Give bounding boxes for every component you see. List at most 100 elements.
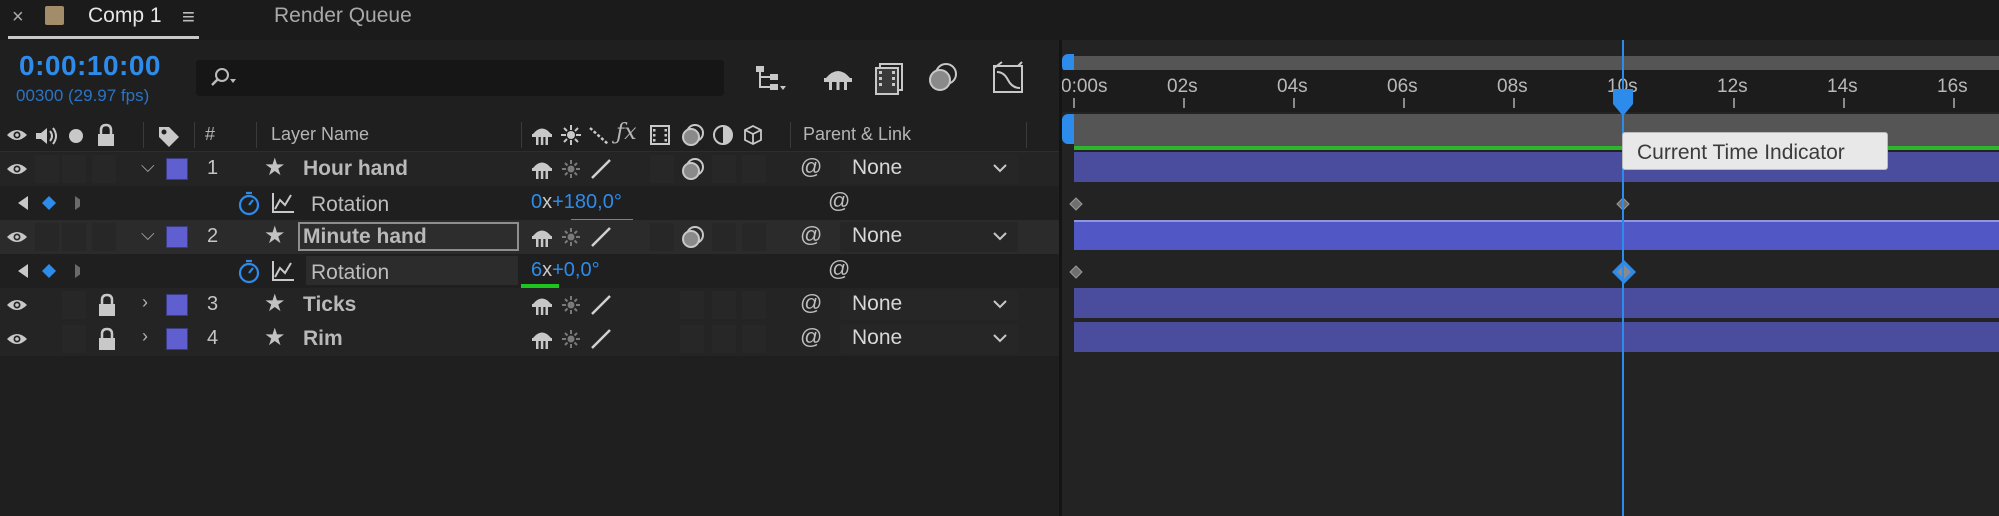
quality-slash-icon[interactable] [589, 225, 613, 249]
layer-name[interactable]: Minute hand [303, 225, 427, 249]
twirl-right-chevron-icon[interactable]: › [142, 292, 148, 313]
frame-blend-cell[interactable] [650, 155, 674, 183]
graph-curve-icon[interactable] [270, 191, 296, 215]
timeline-area[interactable]: 0:00s02s04s06s08s10s12s14s16s Current Ti… [1062, 40, 1999, 516]
layer-bar-ticks[interactable] [1074, 288, 1999, 318]
lock-switch-cell[interactable] [92, 223, 116, 251]
parent-pick-whip-icon[interactable]: @ [800, 222, 822, 248]
visibility-eye-icon[interactable] [6, 162, 28, 176]
motion-blur-switch-icon[interactable] [680, 157, 706, 181]
visibility-eye-icon[interactable] [6, 332, 28, 346]
rotation-revolutions[interactable]: 0 [531, 191, 542, 213]
rotation-degrees[interactable]: +180,0° [552, 191, 622, 213]
parent-dropdown[interactable]: None [840, 290, 1018, 320]
label-color-swatch[interactable] [166, 328, 188, 350]
keyframe-diamond-icon[interactable] [1069, 197, 1083, 211]
rotation-revolutions[interactable]: 6 [531, 259, 542, 281]
visibility-eye-icon[interactable] [6, 230, 28, 244]
property-row-rotation[interactable]: Rotation 6x+0,0° @ [0, 254, 1060, 290]
tab-comp-1[interactable]: Comp 1 [88, 4, 162, 28]
property-row-rotation[interactable]: Rotation 0x+180,0° @ [0, 186, 1060, 225]
visibility-eye-icon[interactable] [6, 298, 28, 312]
parent-pick-whip-icon[interactable]: @ [800, 154, 822, 180]
column-layer-name[interactable]: Layer Name [271, 124, 369, 145]
parent-dropdown[interactable]: None [840, 222, 1018, 252]
collapse-transform-icon[interactable] [560, 328, 582, 350]
label-color-swatch[interactable] [166, 158, 188, 180]
motion-blur-cell[interactable] [680, 325, 704, 353]
layer-bar-minute-hand[interactable] [1074, 220, 1999, 250]
label-color-swatch[interactable] [166, 226, 188, 248]
frame-blend-cell[interactable] [650, 223, 674, 251]
parent-dropdown[interactable]: None [840, 154, 1018, 184]
expression-pick-whip-icon[interactable]: @ [828, 256, 850, 282]
twirl-down-chevron-icon[interactable]: ⌵ [141, 224, 155, 245]
collapse-transform-icon[interactable] [560, 294, 582, 316]
motion-blur-switch-icon[interactable] [680, 225, 706, 249]
layer-row-minute-hand[interactable]: ⌵ 2 ★ Minute hand @ None [0, 220, 1060, 254]
motion-blur-icon[interactable] [924, 60, 960, 96]
time-navigator-bar[interactable] [1072, 56, 1999, 70]
selected-keyframe-diamond-icon[interactable] [1610, 258, 1638, 286]
solo-switch-cell[interactable] [62, 223, 86, 251]
3d-cell[interactable] [742, 223, 766, 251]
3d-cell[interactable] [742, 155, 766, 183]
3d-cell[interactable] [742, 325, 766, 353]
layer-name[interactable]: Rim [303, 327, 343, 351]
shy-switch-icon[interactable] [530, 327, 554, 351]
audio-switch-cell[interactable] [35, 155, 59, 183]
keyframe-navigator[interactable] [10, 193, 80, 213]
work-area-start-handle[interactable] [1062, 114, 1074, 144]
property-name[interactable]: Rotation [311, 193, 389, 217]
lock-icon[interactable] [97, 293, 117, 317]
lock-icon[interactable] [97, 327, 117, 351]
layer-name[interactable]: Ticks [303, 293, 356, 317]
twirl-right-chevron-icon[interactable]: › [142, 326, 148, 347]
stopwatch-icon[interactable] [236, 190, 262, 216]
graph-editor-icon[interactable] [990, 60, 1026, 96]
motion-blur-cell[interactable] [680, 291, 704, 319]
current-time-display[interactable]: 0:00:10:00 [19, 50, 161, 82]
adjustment-cell[interactable] [712, 291, 736, 319]
shy-switch-icon[interactable] [530, 225, 554, 249]
frame-blending-icon[interactable] [872, 60, 908, 96]
stopwatch-icon[interactable] [236, 258, 262, 284]
solo-switch-cell[interactable] [62, 325, 86, 353]
current-time-indicator-head[interactable] [1612, 88, 1634, 118]
layer-name[interactable]: Hour hand [303, 157, 408, 181]
layer-search-input[interactable] [196, 60, 724, 96]
collapse-transform-icon[interactable] [560, 158, 582, 180]
tab-render-queue[interactable]: Render Queue [274, 4, 412, 28]
layer-row-rim[interactable]: › 4 ★ Rim @ None [0, 322, 1060, 356]
solo-switch-cell[interactable] [62, 155, 86, 183]
collapse-transform-icon[interactable] [560, 226, 582, 248]
property-name[interactable]: Rotation [311, 261, 389, 285]
keyframe-navigator[interactable] [10, 261, 80, 281]
expression-pick-whip-icon[interactable]: @ [828, 188, 850, 214]
composition-flowchart-icon[interactable] [752, 60, 788, 96]
layer-bar-rim[interactable] [1074, 322, 1999, 352]
time-ruler[interactable]: 0:00s02s04s06s08s10s12s14s16s [1062, 70, 1999, 112]
close-tab-icon[interactable]: × [12, 6, 24, 29]
quality-slash-icon[interactable] [589, 293, 613, 317]
graph-curve-icon[interactable] [270, 259, 296, 283]
audio-switch-cell[interactable] [35, 223, 59, 251]
quality-slash-icon[interactable] [589, 157, 613, 181]
adjustment-cell[interactable] [712, 223, 736, 251]
panel-menu-icon[interactable]: ≡ [182, 4, 195, 30]
shy-switch-icon[interactable] [530, 293, 554, 317]
rotation-value[interactable]: 0x+180,0° [531, 191, 622, 214]
3d-cell[interactable] [742, 291, 766, 319]
parent-pick-whip-icon[interactable]: @ [800, 290, 822, 316]
quality-slash-icon[interactable] [589, 327, 613, 351]
draft-3d-icon[interactable] [820, 60, 856, 96]
keyframe-diamond-icon[interactable] [1069, 265, 1083, 279]
rotation-degrees[interactable]: +0,0° [552, 259, 599, 281]
twirl-down-chevron-icon[interactable]: ⌵ [141, 156, 155, 177]
layer-row-hour-hand[interactable]: ⌵ 1 ★ Hour hand @ None [0, 152, 1060, 186]
shy-switch-icon[interactable] [530, 157, 554, 181]
adjustment-cell[interactable] [712, 325, 736, 353]
adjustment-cell[interactable] [712, 155, 736, 183]
solo-switch-cell[interactable] [62, 291, 86, 319]
lock-switch-cell[interactable] [92, 155, 116, 183]
